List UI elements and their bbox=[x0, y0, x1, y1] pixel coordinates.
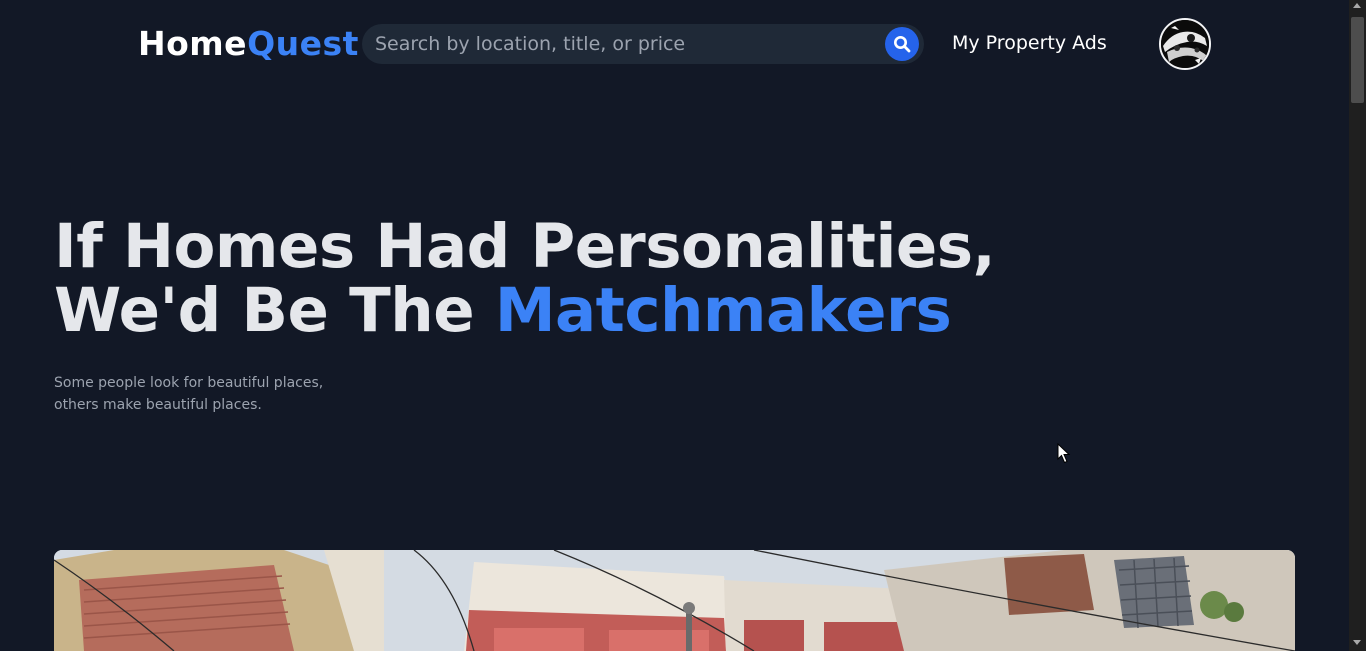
hero-title: If Homes Had Personalities, We'd Be The … bbox=[54, 215, 996, 346]
search-icon bbox=[894, 36, 911, 53]
avatar-icon bbox=[1161, 20, 1209, 68]
hero-subtitle-line2: others make beautiful places. bbox=[54, 397, 262, 413]
brand-logo[interactable]: HomeQuest bbox=[138, 24, 359, 63]
building-photo bbox=[54, 550, 1295, 651]
brand-logo-home: Home bbox=[138, 24, 248, 63]
scroll-thumb[interactable] bbox=[1351, 17, 1364, 103]
scroll-down-arrow-icon[interactable] bbox=[1353, 640, 1361, 645]
hero-title-line1: If Homes Had Personalities, bbox=[54, 211, 996, 282]
scroll-up-arrow-icon[interactable] bbox=[1353, 3, 1361, 8]
avatar[interactable] bbox=[1159, 18, 1211, 70]
hero-title-accent: Matchmakers bbox=[494, 275, 952, 346]
brand-logo-quest: Quest bbox=[247, 24, 359, 63]
hero-title-line2-prefix: We'd Be The bbox=[54, 275, 495, 346]
navbar: HomeQuest My Property Ads bbox=[0, 0, 1349, 90]
page-scrollbar[interactable] bbox=[1349, 0, 1366, 651]
my-property-ads-link[interactable]: My Property Ads bbox=[952, 32, 1107, 54]
mouse-cursor-icon bbox=[1057, 443, 1071, 464]
hero-subtitle-line1: Some people look for beautiful places, bbox=[54, 375, 324, 391]
search-input[interactable] bbox=[375, 24, 875, 64]
hero-subtitle: Some people look for beautiful places, o… bbox=[54, 372, 323, 416]
hero-image bbox=[54, 550, 1295, 651]
search-bar bbox=[362, 24, 924, 64]
search-button[interactable] bbox=[885, 27, 919, 61]
